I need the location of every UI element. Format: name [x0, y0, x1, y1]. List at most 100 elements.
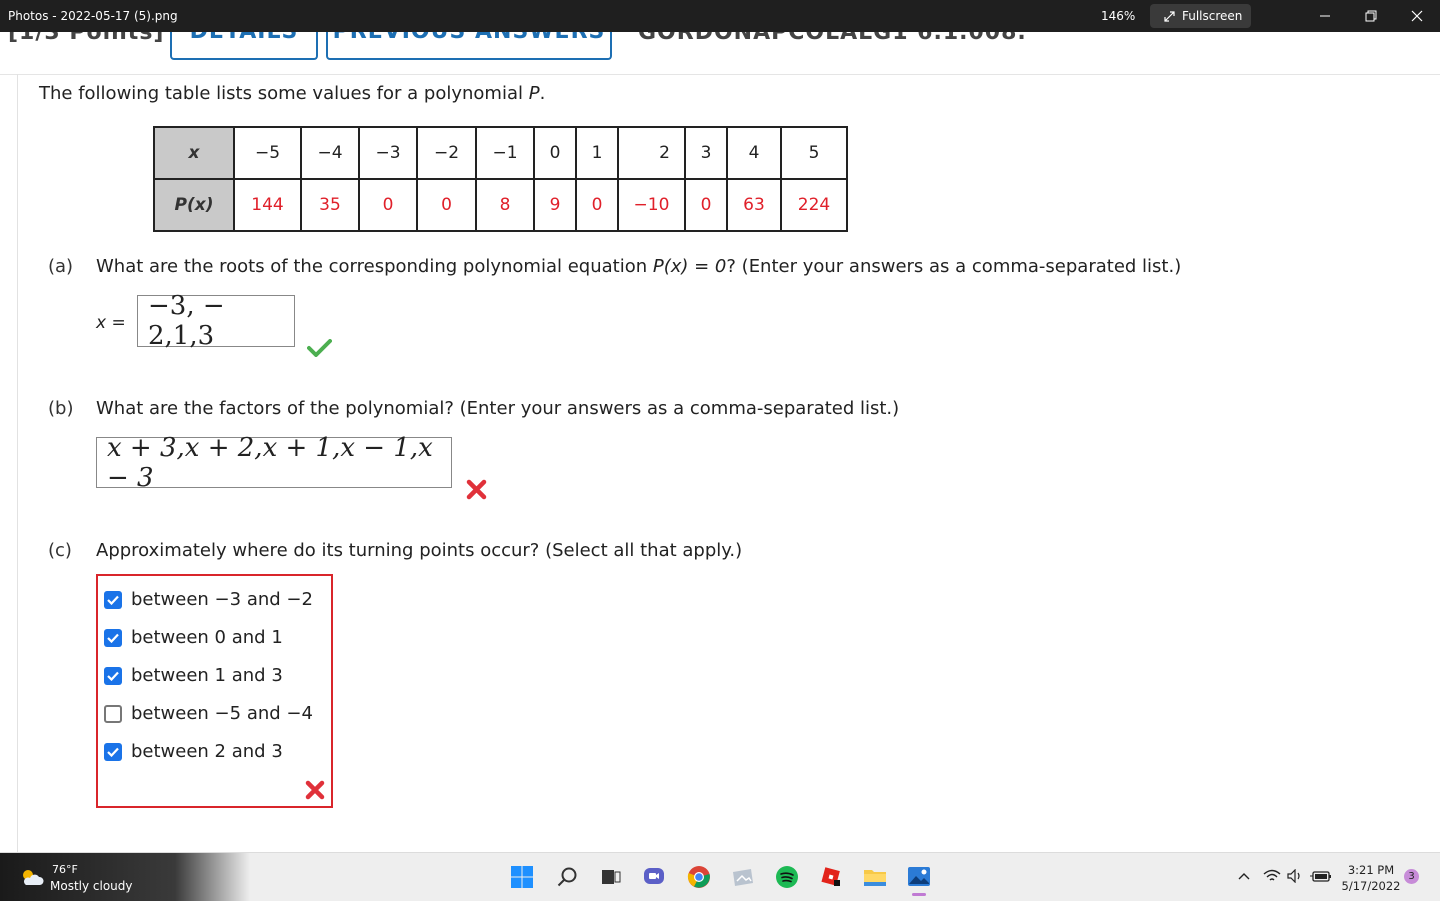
equation: P(x) = 0 — [652, 256, 727, 277]
table-cell: 8 — [475, 178, 535, 232]
check-icon — [307, 339, 332, 357]
checkbox-checked[interactable] — [104, 590, 122, 609]
clock-time: 3:21 PM — [1347, 863, 1395, 877]
cross-icon — [466, 479, 487, 500]
option-between-neg5-neg4[interactable]: between −5 and −4 — [104, 703, 313, 724]
table-cell: −10 — [617, 178, 686, 232]
search-button[interactable] — [554, 864, 580, 890]
roblox-icon — [821, 867, 840, 886]
previous-answers-tab[interactable]: PREVIOUS ANSWERS — [326, 32, 612, 60]
photos-app-button[interactable] — [730, 864, 756, 890]
table-cell: 2 — [617, 126, 686, 180]
chrome-button[interactable] — [686, 864, 712, 890]
checkbox-checked[interactable] — [104, 666, 122, 685]
part-c-question: Approximately where do its turning point… — [96, 540, 743, 561]
table-cell: −4 — [300, 126, 360, 180]
weather-widget[interactable]: 76°F Mostly cloudy — [0, 853, 250, 901]
battery-icon[interactable] — [1310, 869, 1332, 883]
part-c-label: (c) — [48, 540, 72, 561]
option-between-neg3-neg2[interactable]: between −3 and −2 — [104, 589, 313, 610]
spotify-button[interactable] — [774, 864, 800, 890]
table-cell: 3 — [684, 126, 728, 180]
roblox-button[interactable] — [818, 864, 844, 890]
option-between-1-3[interactable]: between 1 and 3 — [104, 665, 283, 686]
x-header: x — [153, 126, 235, 180]
chrome-icon — [687, 866, 710, 888]
content-divider — [17, 74, 18, 852]
title-bar: Photos - 2022-05-17 (5).png 146% Fullscr… — [0, 0, 1440, 32]
weather-condition: Mostly cloudy — [50, 879, 133, 893]
checkbox-checked[interactable] — [104, 742, 122, 761]
table-cell: 0 — [358, 178, 418, 232]
roots-answer-field[interactable]: −3, − 2,1,3 — [137, 291, 295, 351]
part-a-label: (a) — [48, 256, 74, 277]
checkbox-checked[interactable] — [104, 628, 122, 647]
file-explorer-button[interactable] — [862, 864, 888, 890]
table-row-x: x −5 −4 −3 −2 −1 0 1 2 3 4 5 — [153, 126, 848, 180]
spotify-icon — [776, 866, 798, 888]
folder-image-icon — [733, 869, 753, 886]
previous-answers-label: PREVIOUS ANSWERS — [328, 32, 610, 44]
table-cell: 224 — [780, 178, 848, 232]
table-cell: 0 — [533, 126, 577, 180]
points-label: [1/3 Points] — [8, 32, 165, 45]
part-b-question: What are the factors of the polynomial? … — [96, 398, 900, 419]
table-cell: −2 — [416, 126, 477, 180]
close-button[interactable] — [1407, 6, 1427, 26]
source-label: GORDONAPCOLALG1 6.1.008. — [638, 32, 1027, 45]
minimize-button[interactable] — [1315, 6, 1335, 26]
temperature: 76°F — [52, 863, 78, 876]
fullscreen-button[interactable]: Fullscreen — [1150, 4, 1251, 28]
minimize-icon — [1320, 15, 1330, 17]
task-view-button[interactable] — [598, 864, 624, 890]
option-between-0-1[interactable]: between 0 and 1 — [104, 627, 283, 648]
part-a-question: What are the roots of the corresponding … — [96, 256, 1182, 277]
search-icon — [557, 867, 577, 887]
notification-badge[interactable]: 3 — [1404, 869, 1419, 884]
polynomial-name: P — [528, 83, 540, 104]
checkmark-icon — [107, 595, 119, 605]
option-label: between −5 and −4 — [131, 703, 313, 724]
problem-intro: The following table lists some values fo… — [39, 83, 546, 104]
checkbox-unchecked[interactable] — [104, 704, 122, 723]
restore-icon — [1365, 10, 1377, 22]
table-cell: 0 — [575, 178, 619, 232]
teams-chat-button[interactable] — [641, 864, 667, 890]
chevron-up-icon[interactable] — [1238, 871, 1250, 881]
windows-icon — [511, 866, 533, 888]
table-cell: −3 — [358, 126, 418, 180]
details-tab[interactable]: DETAILS — [170, 32, 318, 60]
cloud-sun-icon — [23, 870, 44, 885]
table-cell: −5 — [233, 126, 302, 180]
option-label: between −3 and −2 — [131, 589, 313, 610]
p-header: P(x) — [153, 178, 235, 232]
volume-icon[interactable] — [1287, 869, 1303, 883]
table-cell: 63 — [726, 178, 782, 232]
restore-button[interactable] — [1361, 6, 1381, 26]
part-b-label: (b) — [48, 398, 74, 419]
checkmark-icon — [107, 747, 119, 757]
photos-button[interactable] — [906, 864, 932, 896]
table-cell: 144 — [233, 178, 302, 232]
roots-answer-value: −3, − 2,1,3 — [148, 291, 225, 351]
zoom-level[interactable]: 146% — [1101, 9, 1135, 23]
table-row-p: P(x) 144 35 0 0 8 9 0 −10 0 63 224 — [153, 178, 848, 232]
chat-icon — [644, 868, 664, 884]
table-cell: 9 — [533, 178, 577, 232]
checkmark-icon — [107, 671, 119, 681]
wifi-icon[interactable] — [1263, 869, 1281, 883]
turning-points-options: between −3 and −2 between 0 and 1 betwee… — [96, 574, 333, 808]
system-clock[interactable]: 3:21 PM 5/17/2022 — [1340, 862, 1402, 894]
table-cell: 0 — [684, 178, 728, 232]
folder-icon — [864, 870, 886, 886]
checkmark-icon — [107, 633, 119, 643]
cross-icon — [305, 780, 325, 800]
factors-answer-field[interactable]: x + 3,x + 2,x + 1,x − 1,x − 3 — [96, 433, 452, 493]
option-between-2-3[interactable]: between 2 and 3 — [104, 741, 283, 762]
answer-prefix-x: x = — [96, 313, 126, 333]
clock-date: 5/17/2022 — [1341, 879, 1401, 893]
start-button[interactable] — [509, 864, 535, 890]
option-label: between 2 and 3 — [131, 741, 283, 762]
fullscreen-label: Fullscreen — [1182, 9, 1243, 23]
table-cell: −1 — [475, 126, 535, 180]
